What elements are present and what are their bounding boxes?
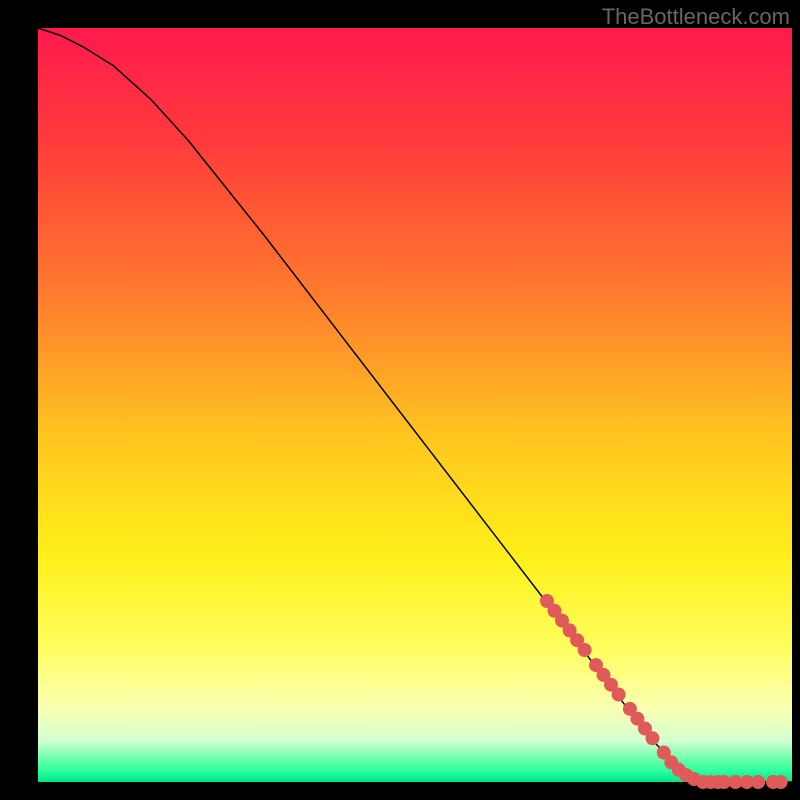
chart-svg bbox=[0, 0, 800, 800]
data-marker bbox=[774, 775, 788, 789]
data-marker bbox=[646, 731, 660, 745]
chart-container: TheBottleneck.com bbox=[0, 0, 800, 800]
watermark-text: TheBottleneck.com bbox=[602, 4, 790, 30]
data-marker bbox=[578, 643, 592, 657]
data-marker bbox=[751, 775, 765, 789]
data-marker bbox=[612, 688, 626, 702]
plot-background bbox=[38, 28, 792, 782]
